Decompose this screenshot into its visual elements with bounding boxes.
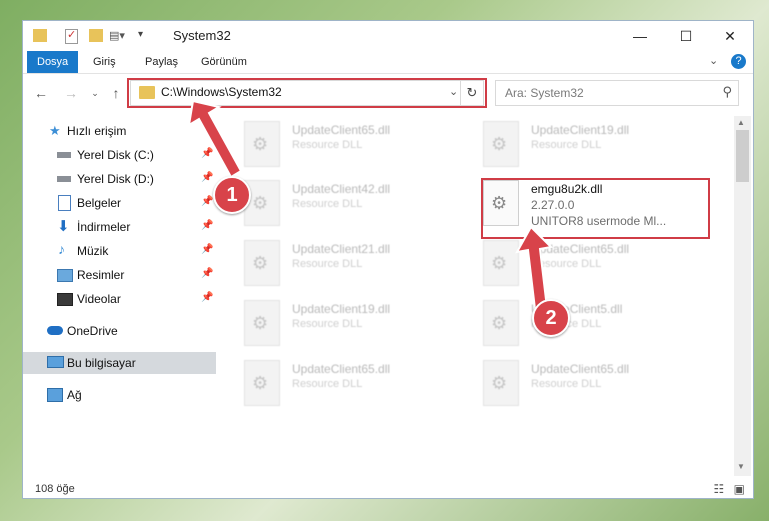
arrow-2 [515, 225, 554, 311]
explorer-window: ✓ ▤▾ ▾ System32 — ☐ ✕ Dosya Giriş Paylaş… [22, 20, 754, 499]
callout-badge-2: 2 [532, 299, 570, 337]
callout-arrows [187, 99, 554, 311]
arrow-1 [187, 99, 243, 179]
callout-badge-1: 1 [213, 176, 251, 214]
